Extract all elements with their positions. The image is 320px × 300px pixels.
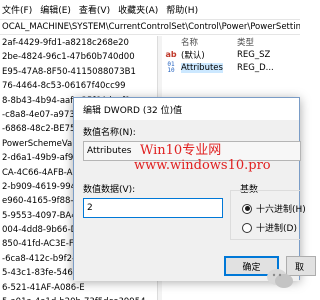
tree-item[interactable]: 2af-4429-9fd1-a8218c268e20 [0, 36, 157, 50]
radio-selected-icon [242, 203, 252, 214]
value-data-label: 数值数据(V): [83, 185, 136, 195]
tree-item[interactable]: 2be-4824-96c1-47b60b740d00 [0, 50, 157, 64]
radio-unselected-icon [242, 222, 252, 233]
values-header: 名称 类型 [162, 36, 300, 48]
value-name: Attributes [181, 62, 223, 73]
hex-radio-label: 十六进制(H) [256, 205, 306, 215]
value-row-attributes[interactable]: 01 10 Attributes REG_D... [162, 61, 300, 74]
menu-favorites[interactable]: 收藏夹(A) [118, 3, 158, 16]
column-name-header[interactable]: 名称 [181, 36, 237, 48]
tree-item[interactable]: 5-a01a-4e1d-b20b-73f5dce39954 [0, 295, 157, 300]
watermark-title: Win10专业网 [140, 143, 222, 158]
tree-item[interactable]: 76-4464-8c53-06167f40cc99 [0, 79, 157, 93]
menu-bar: 文件(F) 编辑(E) 查看(V) 收藏夹(A) 帮助(H) [0, 0, 300, 18]
value-type: REG_SZ [237, 49, 271, 60]
tree-item[interactable]: 6-521-41AF-A086-E [0, 281, 157, 295]
menu-file[interactable]: 文件(F) [2, 3, 32, 16]
watermark-url: www.windows10.pro [134, 158, 271, 173]
edit-dword-dialog: 编辑 DWORD (32 位)值 数值名称(N): Attributes 数值数… [73, 97, 316, 281]
dec-radio-label: 十进制(D) [256, 224, 297, 234]
hex-radio[interactable]: 十六进制(H) [242, 202, 306, 215]
tree-item[interactable]: E95-47A8-8F50-4115088073B1 [0, 65, 157, 79]
dec-radio[interactable]: 十进制(D) [242, 221, 297, 234]
value-data-input[interactable]: 2 [83, 198, 223, 218]
string-value-icon: ab [165, 50, 177, 59]
column-type-header[interactable]: 类型 [237, 36, 287, 48]
menu-view[interactable]: 查看(V) [79, 3, 110, 16]
value-name-label: 数值名称(N): [83, 128, 136, 138]
value-type: REG_D... [237, 62, 274, 73]
binary-value-icon: 01 10 [167, 60, 175, 74]
wechat-logo-icon [262, 264, 298, 294]
address-bar[interactable]: OCAL_MACHINE\SYSTEM\CurrentControlSet\Co… [0, 19, 300, 35]
value-name: (默认) [181, 50, 205, 61]
menu-edit[interactable]: 编辑(E) [40, 3, 71, 16]
menu-help[interactable]: 帮助(H) [166, 3, 198, 16]
dialog-title[interactable]: 编辑 DWORD (32 位)值 [74, 98, 299, 120]
value-row-default[interactable]: ab (默认) REG_SZ [162, 48, 300, 61]
